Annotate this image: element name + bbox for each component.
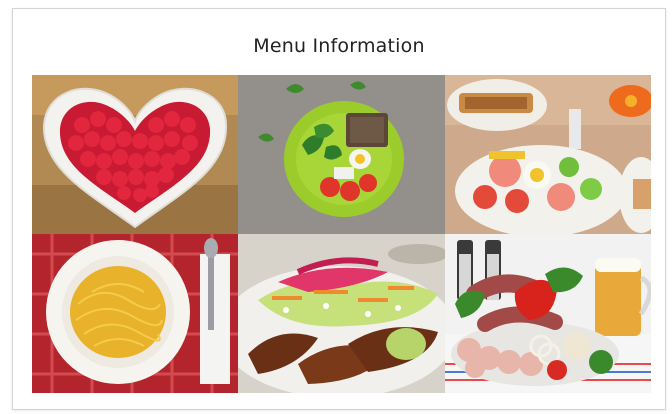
menu-image-grid	[32, 75, 651, 393]
menu-item-mixed-salad[interactable]	[445, 75, 651, 234]
raspberries-heart-bowl-image	[32, 75, 238, 234]
sausages-beer-platter-image	[445, 234, 651, 393]
green-plate-salad-bread-image	[238, 75, 445, 234]
spaghetti-plate-image	[32, 234, 238, 393]
menu-item-sausage-platter[interactable]	[445, 234, 651, 393]
menu-card: Menu Information	[12, 8, 666, 410]
enchiladas-salsa-plate-image	[238, 234, 445, 393]
menu-item-spaghetti[interactable]	[32, 234, 238, 393]
page-title: Menu Information	[253, 35, 425, 57]
mixed-salad-platter-image	[445, 75, 651, 234]
menu-item-enchiladas[interactable]	[238, 234, 445, 393]
menu-item-raspberries[interactable]	[32, 75, 238, 234]
menu-item-salad-plate[interactable]	[238, 75, 445, 234]
